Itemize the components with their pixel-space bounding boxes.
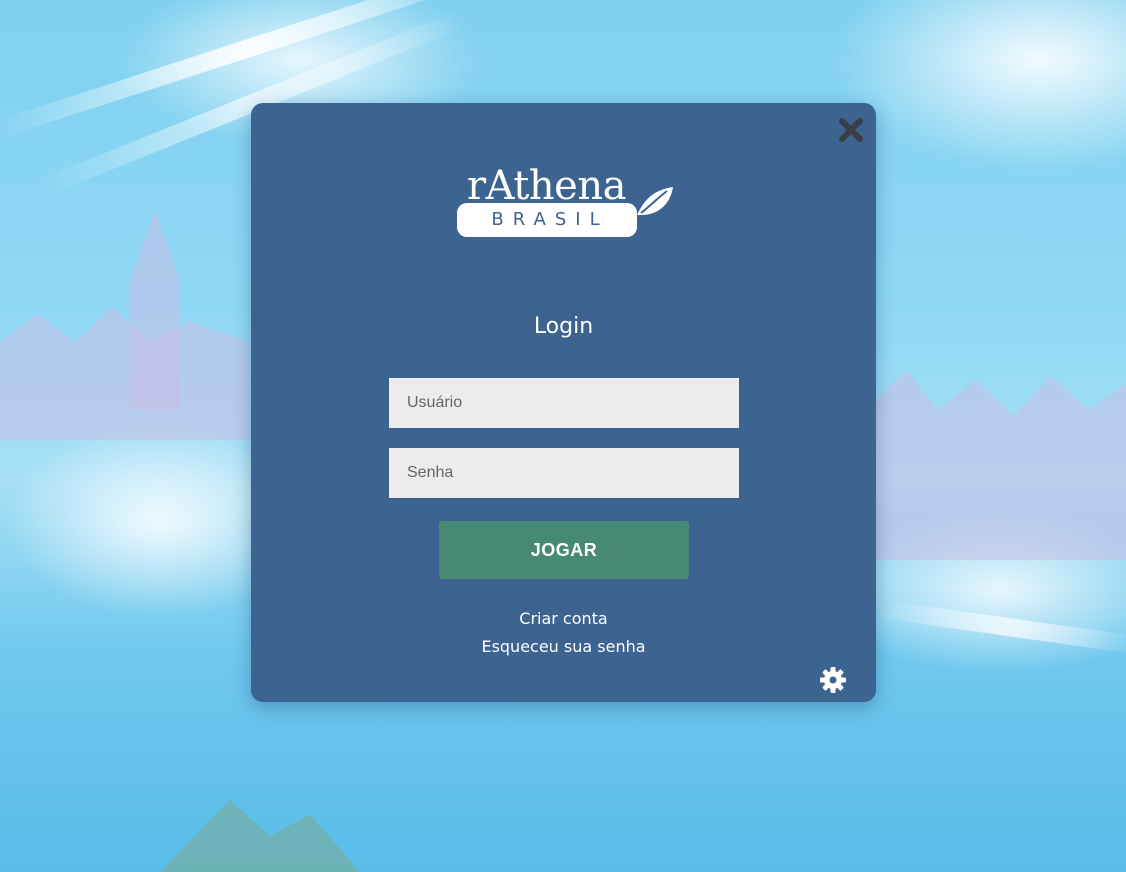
gear-icon: [820, 667, 846, 693]
close-button[interactable]: [838, 117, 864, 143]
login-title: Login: [533, 314, 594, 339]
town-silhouette: [0, 307, 250, 440]
create-account-link[interactable]: Criar conta: [251, 609, 876, 628]
forgot-password-link[interactable]: Esqueceu sua senha: [251, 637, 876, 656]
mountain-silhouette: [160, 800, 360, 872]
brand-logo: rAthena BRASIL: [457, 163, 675, 239]
login-modal: rAthena BRASIL Login JOGAR Criar conta E…: [251, 103, 876, 702]
leaf-icon: [637, 187, 673, 215]
username-input[interactable]: [389, 378, 739, 428]
brand-subtitle: BRASIL: [491, 209, 609, 230]
settings-button[interactable]: [819, 666, 847, 694]
close-icon: [839, 118, 863, 142]
town-silhouette: [876, 370, 1126, 560]
light-streak: [878, 600, 1126, 655]
password-input[interactable]: [389, 448, 739, 498]
play-button[interactable]: JOGAR: [439, 521, 689, 579]
